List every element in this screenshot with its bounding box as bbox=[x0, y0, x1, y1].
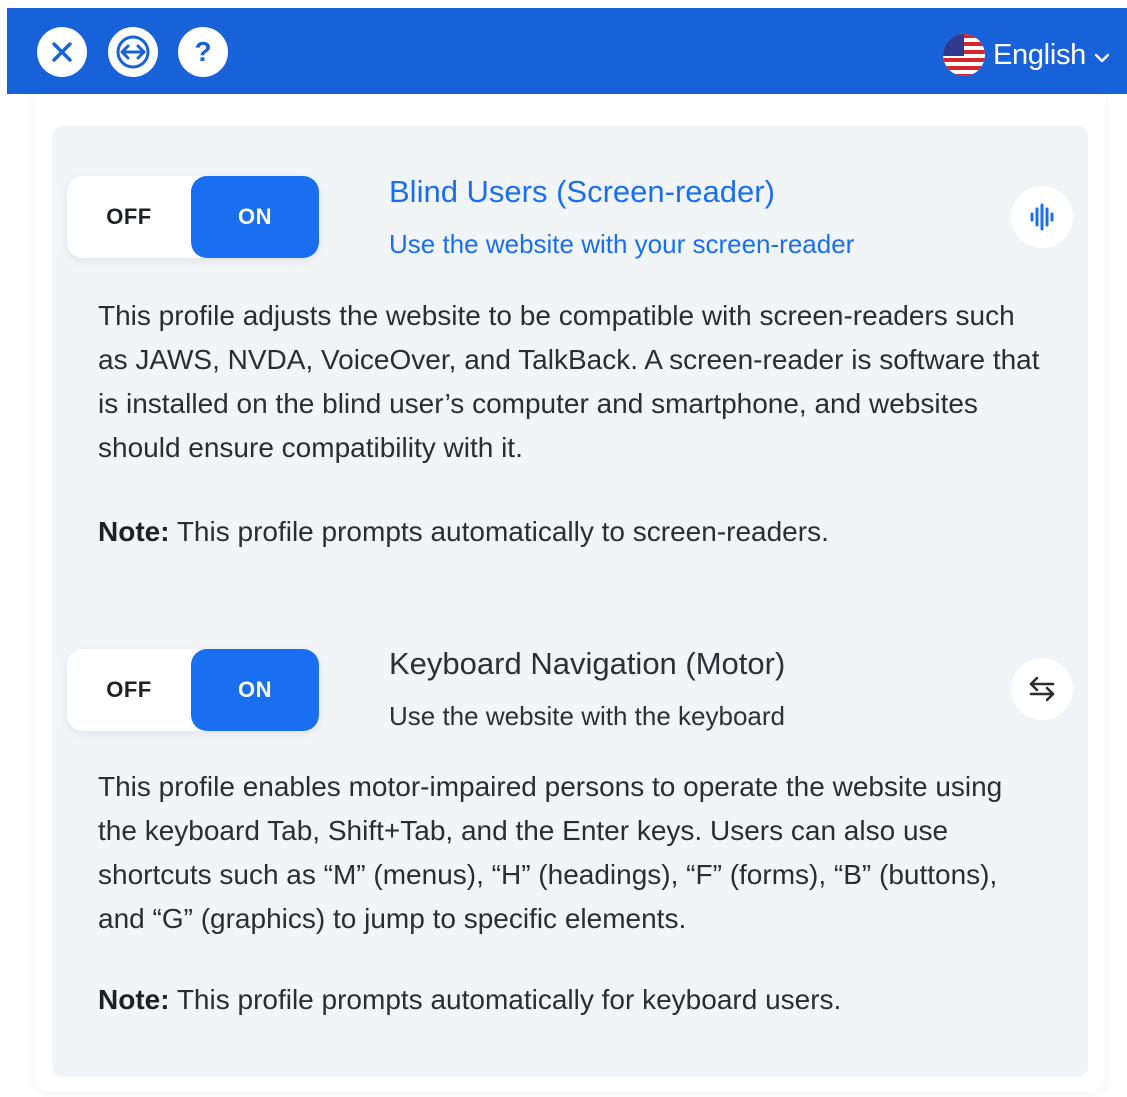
close-button[interactable] bbox=[37, 27, 87, 77]
profile-subtitle: Use the website with the keyboard bbox=[389, 701, 785, 731]
blind-users-toggle[interactable]: OFF ON bbox=[67, 176, 319, 258]
profile-note: Note: This profile prompts automatically… bbox=[98, 984, 1048, 1016]
toggle-on-option[interactable]: ON bbox=[191, 176, 319, 258]
profile-title: Keyboard Navigation (Motor) bbox=[389, 646, 786, 681]
note-label: Note: bbox=[98, 984, 170, 1015]
language-label: English bbox=[992, 38, 1086, 71]
profile-title: Blind Users (Screen-reader) bbox=[389, 174, 775, 209]
note-text: This profile prompts automatically for k… bbox=[169, 984, 842, 1015]
note-label: Note: bbox=[98, 516, 170, 547]
profile-icon-badge bbox=[1011, 186, 1073, 248]
swap-arrows-icon bbox=[1027, 674, 1057, 704]
header-bar: ? English bbox=[7, 8, 1127, 94]
keyboard-navigation-toggle[interactable]: OFF ON bbox=[67, 649, 319, 731]
note-text: This profile prompts automatically to sc… bbox=[169, 516, 829, 547]
help-button[interactable]: ? bbox=[178, 27, 228, 77]
profile-note: Note: This profile prompts automatically… bbox=[98, 516, 1048, 548]
profiles-panel: OFF ON Blind Users (Screen-reader) Use t… bbox=[35, 94, 1105, 1092]
profile-description: This profile enables motor-impaired pers… bbox=[98, 771, 1003, 934]
us-flag-icon bbox=[942, 34, 985, 76]
toggle-off-option[interactable]: OFF bbox=[67, 649, 191, 731]
audio-wave-icon bbox=[1028, 203, 1056, 231]
chevron-down-icon bbox=[1094, 39, 1110, 72]
help-icon: ? bbox=[194, 36, 212, 67]
oversize-widget-button[interactable] bbox=[108, 27, 158, 77]
toggle-off-option[interactable]: OFF bbox=[67, 176, 191, 258]
profile-subtitle: Use the website with your screen-reader bbox=[389, 229, 855, 259]
profile-card-blind-users: OFF ON Blind Users (Screen-reader) Use t… bbox=[52, 126, 1088, 599]
toggle-on-option[interactable]: ON bbox=[191, 649, 319, 731]
profile-description: This profile adjusts the website to be c… bbox=[98, 300, 1040, 463]
horizontal-arrows-icon bbox=[113, 32, 153, 72]
language-selector[interactable]: English bbox=[942, 33, 1110, 77]
accessibility-panel-page: ? English OFF ON Blind Users (Screen-rea… bbox=[0, 0, 1127, 1097]
close-icon bbox=[47, 37, 77, 67]
profile-card-keyboard-navigation: OFF ON Keyboard Navigation (Motor) Use t… bbox=[52, 599, 1088, 1077]
profile-icon-badge bbox=[1011, 658, 1073, 720]
